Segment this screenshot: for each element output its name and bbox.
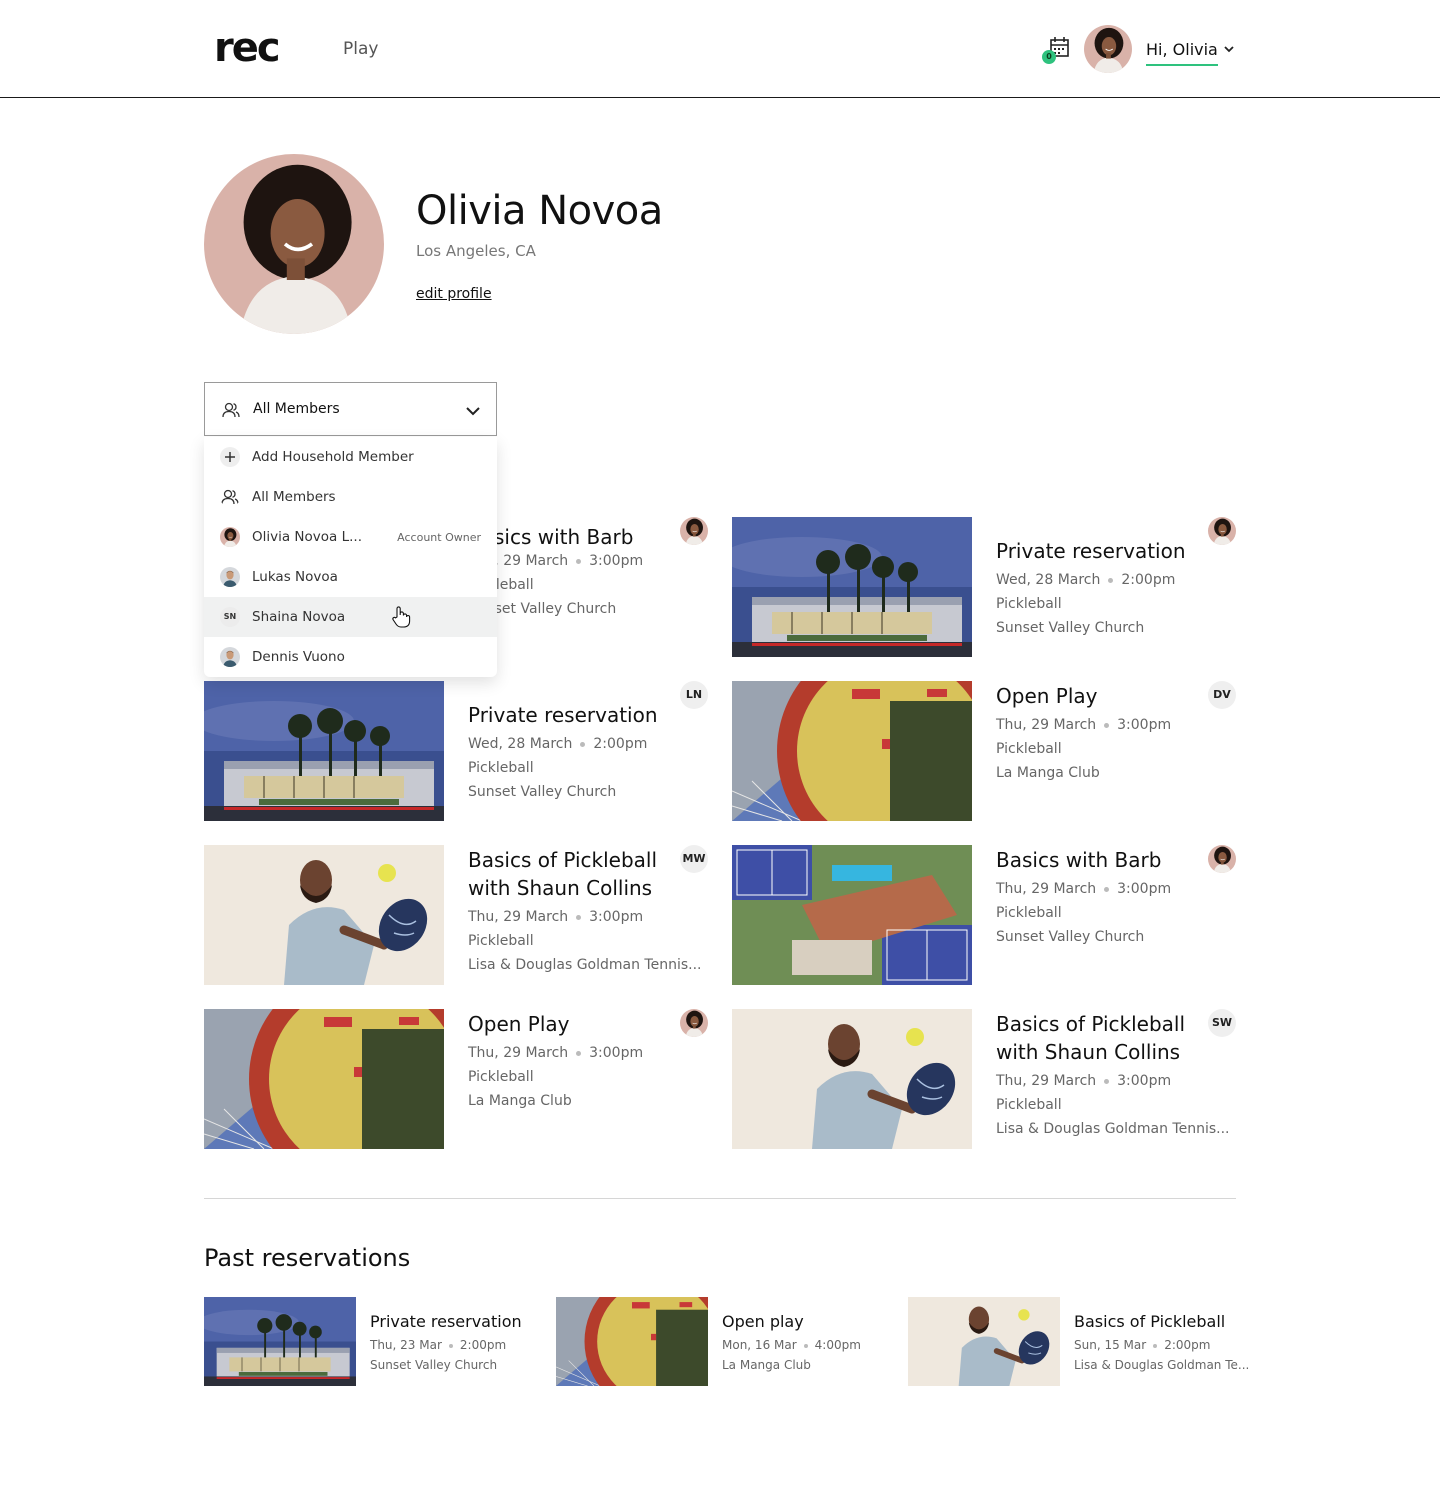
card-venue: Lisa & Douglas Goldman Tennis... xyxy=(468,957,702,973)
account-owner-tag: Account Owner xyxy=(397,531,481,544)
card-datetime: Sun, 15 Mar 2:00pm xyxy=(1074,1338,1211,1352)
edit-profile-link[interactable]: edit profile xyxy=(416,286,492,302)
member-select-value: All Members xyxy=(253,401,340,417)
card-thumbnail xyxy=(732,681,972,821)
plus-icon xyxy=(220,447,240,467)
member-avatar xyxy=(680,517,708,545)
dropdown-item-dennis-vuono[interactable]: Dennis Vuono xyxy=(204,637,497,677)
card-datetime: Wed, 28 March 2:00pm xyxy=(468,736,648,752)
card-title: Basics with Barb xyxy=(468,525,634,549)
member-dropdown: Add Household Member All Members Olivia … xyxy=(204,437,497,677)
card-title: Open play xyxy=(722,1312,804,1331)
card-datetime: Mon, 16 Mar 4:00pm xyxy=(722,1338,861,1352)
reservation-card[interactable]: Open Play Thu, 29 March 3:00pm Pickleball… xyxy=(732,681,1236,821)
card-thumbnail xyxy=(556,1297,708,1386)
dropdown-item-lukas-novoa[interactable]: Lukas Novoa xyxy=(204,557,497,597)
card-title: Open Play xyxy=(468,1012,570,1036)
profile-name: Olivia Novoa xyxy=(416,188,663,234)
reservation-card[interactable]: Basics of Pickleball with Shaun Collins … xyxy=(732,1009,1236,1149)
card-thumbnail xyxy=(204,845,444,985)
card-thumbnail xyxy=(204,1009,444,1149)
reservation-card[interactable]: Private reservation Wed, 28 March 2:00pm … xyxy=(732,517,1236,657)
card-title: Basics of Pickleball with Shaun Collins xyxy=(996,1012,1186,1064)
dropdown-item-shaina-novoa[interactable]: SN Shaina Novoa xyxy=(204,597,497,637)
profile-photo xyxy=(204,154,384,334)
users-icon xyxy=(221,489,239,505)
section-divider xyxy=(204,1198,1236,1199)
card-sport: Pickleball xyxy=(468,760,534,776)
card-title: Private reservation xyxy=(996,539,1186,563)
card-datetime: Thu, 29 March 3:00pm xyxy=(468,909,644,925)
member-avatar xyxy=(220,567,240,587)
past-reservations-title: Past reservations xyxy=(204,1244,411,1272)
card-datetime: Thu, 29 March 3:00pm xyxy=(996,717,1172,733)
card-datetime: Thu, 23 Mar 2:00pm xyxy=(370,1338,507,1352)
card-thumbnail xyxy=(732,517,972,657)
past-reservation-card[interactable]: Open play Mon, 16 Mar 4:00pm La Manga Clu… xyxy=(556,1297,896,1387)
member-initials-badge: SN xyxy=(220,607,240,627)
card-sport: Pickleball xyxy=(996,741,1062,757)
member-initials-badge: LN xyxy=(680,681,708,709)
user-avatar[interactable] xyxy=(1084,25,1132,73)
top-header: rec Play 0 Hi, Olivia xyxy=(0,0,1440,98)
card-sport: Pickleball xyxy=(468,933,534,949)
member-avatar xyxy=(680,1009,708,1037)
card-sport: Pickleball xyxy=(996,596,1062,612)
card-venue: Lisa & Douglas Goldman Te... xyxy=(1074,1358,1250,1372)
card-venue: Sunset Valley Church xyxy=(370,1358,498,1372)
card-thumbnail xyxy=(204,681,444,821)
calendar-button[interactable]: 0 xyxy=(1042,36,1072,64)
member-select[interactable]: All Members xyxy=(204,382,497,436)
rec-logo[interactable]: rec xyxy=(214,26,281,70)
member-avatar xyxy=(220,527,240,547)
card-venue: Lisa & Douglas Goldman Tennis... xyxy=(996,1121,1230,1137)
card-title: Private reservation xyxy=(468,703,658,727)
user-greeting[interactable]: Hi, Olivia xyxy=(1146,40,1218,66)
card-venue: La Manga Club xyxy=(468,1093,572,1109)
card-thumbnail xyxy=(732,845,972,985)
chevron-down-icon[interactable] xyxy=(1222,42,1236,56)
past-reservation-card[interactable]: Private reservation Thu, 23 Mar 2:00pm Su… xyxy=(204,1297,544,1387)
card-thumbnail xyxy=(732,1009,972,1149)
reservation-card[interactable]: Private reservation Wed, 28 March 2:00pm … xyxy=(204,681,708,821)
reservation-card[interactable]: Open Play Thu, 29 March 3:00pm Pickleball… xyxy=(204,1009,708,1149)
dropdown-item-all-members[interactable]: All Members xyxy=(204,477,497,517)
past-reservation-card[interactable]: Basics of Pickleball Sun, 15 Mar 2:00pm L… xyxy=(908,1297,1250,1387)
hand-pointer-icon xyxy=(392,606,411,628)
card-datetime: Thu, 29 March 3:00pm xyxy=(996,1073,1172,1089)
member-avatar xyxy=(1208,517,1236,545)
card-title: Private reservation xyxy=(370,1312,522,1331)
dropdown-item-add-household-member[interactable]: Add Household Member xyxy=(204,437,497,477)
card-title: Open Play xyxy=(996,684,1098,708)
nav-play-link[interactable]: Play xyxy=(343,39,378,59)
reservation-card[interactable]: Basics with Barb Thu, 29 March 3:00pm Pic… xyxy=(732,845,1236,985)
card-venue: Sunset Valley Church xyxy=(996,620,1145,636)
member-avatar xyxy=(1208,845,1236,873)
card-datetime: Wed, 28 March 2:00pm xyxy=(996,572,1176,588)
users-icon xyxy=(222,402,240,418)
card-sport: Pickleball xyxy=(996,1097,1062,1113)
card-thumbnail xyxy=(204,1297,356,1386)
card-title: Basics of Pickleball xyxy=(1074,1312,1226,1331)
calendar-count-badge: 0 xyxy=(1042,50,1056,64)
card-venue: La Manga Club xyxy=(722,1358,811,1372)
member-avatar xyxy=(220,647,240,667)
member-initials-badge: SW xyxy=(1208,1009,1236,1037)
card-title: Basics of Pickleball with Shaun Collins xyxy=(468,848,658,900)
card-thumbnail xyxy=(908,1297,1060,1386)
card-sport: Pickleball xyxy=(468,1069,534,1085)
card-venue: Sunset Valley Church xyxy=(996,929,1145,945)
card-datetime: Thu, 29 March 3:00pm xyxy=(996,881,1172,897)
card-venue: La Manga Club xyxy=(996,765,1100,781)
chevron-down-icon xyxy=(466,407,480,416)
card-title: Basics with Barb xyxy=(996,848,1162,872)
card-venue: Sunset Valley Church xyxy=(468,784,617,800)
profile-location: Los Angeles, CA xyxy=(416,242,536,260)
member-initials-badge: MW xyxy=(680,845,708,873)
card-datetime: Thu, 29 March 3:00pm xyxy=(468,1045,644,1061)
dropdown-item-olivia-novoa[interactable]: Olivia Novoa L... Account Owner xyxy=(204,517,497,557)
member-initials-badge: DV xyxy=(1208,681,1236,709)
reservation-card[interactable]: Basics of Pickleball with Shaun Collins … xyxy=(204,845,708,985)
card-sport: Pickleball xyxy=(996,905,1062,921)
